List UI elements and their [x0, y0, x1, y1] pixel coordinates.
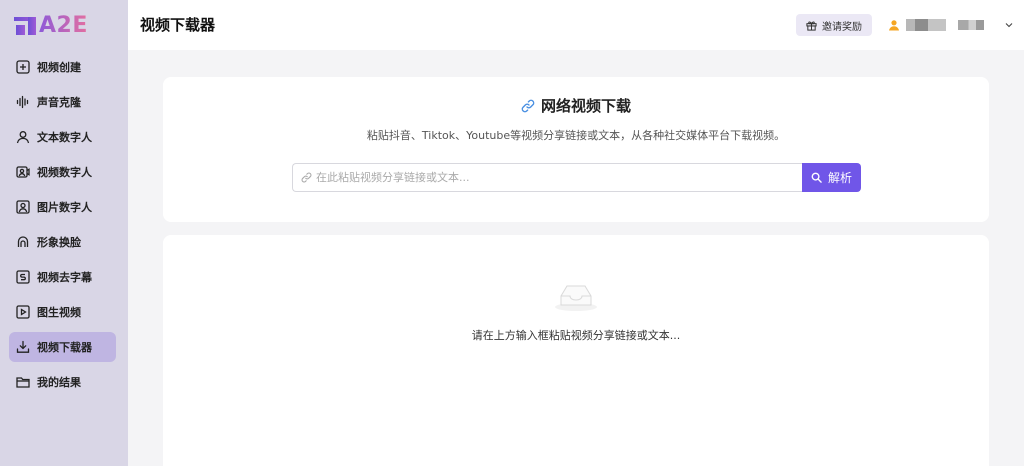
download-icon	[16, 340, 30, 354]
link-icon	[521, 99, 535, 112]
folder-icon	[16, 375, 30, 389]
logo-mark-icon	[14, 17, 36, 35]
logo[interactable]: A2E	[14, 12, 88, 38]
invite-reward-label: 邀请奖励	[822, 21, 862, 33]
sidebar-item-label: 形象换脸	[37, 236, 81, 249]
result-card: 请在上方输入框粘贴视频分享链接或文本...	[163, 235, 989, 466]
downloader-title-text: 网络视频下载	[540, 97, 631, 115]
user-avatar-icon	[888, 19, 900, 31]
parse-button-label: 解析	[827, 171, 852, 185]
invite-reward-button[interactable]: 邀请奖励	[796, 14, 872, 36]
remove-subtitle-icon	[16, 270, 30, 284]
sidebar-item-video-downloader[interactable]: 视频下载器	[9, 332, 116, 362]
waveform-icon	[16, 95, 30, 109]
sidebar-item-label: 我的结果	[37, 376, 81, 389]
empty-inbox-icon	[555, 285, 597, 311]
parse-button[interactable]: 解析	[802, 163, 861, 192]
header: 视频下载器 邀请奖励	[128, 0, 1024, 50]
video-user-icon	[16, 165, 30, 179]
sidebar-item-label: 视频下载器	[37, 341, 92, 354]
link-input[interactable]	[316, 171, 796, 184]
plus-square-icon	[16, 60, 30, 74]
sidebar-item-label: 声音克隆	[37, 96, 81, 109]
page-title: 视频下载器	[140, 16, 216, 34]
link-small-icon	[301, 172, 312, 183]
search-icon	[811, 172, 822, 183]
sidebar-item-label: 文本数字人	[37, 131, 92, 144]
sidebar-item-label: 视频去字幕	[37, 271, 92, 284]
user-info-redacted	[958, 20, 984, 30]
user-menu[interactable]	[888, 16, 1014, 34]
downloader-card: 网络视频下载 粘贴抖音、Tiktok、Youtube等视频分享链接或文本，从各种…	[163, 77, 989, 222]
sidebar-item-video-avatar[interactable]: 视频数字人	[9, 157, 116, 187]
sidebar-item-video-create[interactable]: 视频创建	[9, 52, 116, 82]
gift-icon	[806, 20, 817, 31]
link-input-box[interactable]	[292, 163, 803, 192]
downloader-title: 网络视频下载	[163, 95, 989, 116]
sidebar-item-face-swap[interactable]: 形象换脸	[9, 227, 116, 257]
sidebar: A2E 视频创建 声音克隆 文本数字人 视频数字人 图片数字人 形象换脸 视频去…	[0, 0, 128, 466]
sidebar-nav: 视频创建 声音克隆 文本数字人 视频数字人 图片数字人 形象换脸 视频去字幕 图…	[9, 52, 116, 402]
logo-text: A2E	[39, 12, 88, 38]
sidebar-item-voice-clone[interactable]: 声音克隆	[9, 87, 116, 117]
sidebar-item-my-results[interactable]: 我的结果	[9, 367, 116, 397]
sidebar-item-label: 视频数字人	[37, 166, 92, 179]
sidebar-item-label: 图生视频	[37, 306, 81, 319]
image-user-icon	[16, 200, 30, 214]
chevron-down-icon[interactable]	[1004, 20, 1014, 30]
sidebar-item-label: 视频创建	[37, 61, 81, 74]
sidebar-item-image-to-video[interactable]: 图生视频	[9, 297, 116, 327]
sidebar-item-text-avatar[interactable]: 文本数字人	[9, 122, 116, 152]
sidebar-item-label: 图片数字人	[37, 201, 92, 214]
play-square-icon	[16, 305, 30, 319]
user-icon	[16, 130, 30, 144]
sidebar-item-remove-subtitle[interactable]: 视频去字幕	[9, 262, 116, 292]
user-name-redacted	[906, 19, 946, 31]
face-swap-icon	[16, 235, 30, 249]
downloader-subtitle: 粘贴抖音、Tiktok、Youtube等视频分享链接或文本，从各种社交媒体平台下…	[366, 129, 786, 142]
sidebar-item-image-avatar[interactable]: 图片数字人	[9, 192, 116, 222]
empty-state-text: 请在上方输入框粘贴视频分享链接或文本...	[471, 329, 681, 342]
